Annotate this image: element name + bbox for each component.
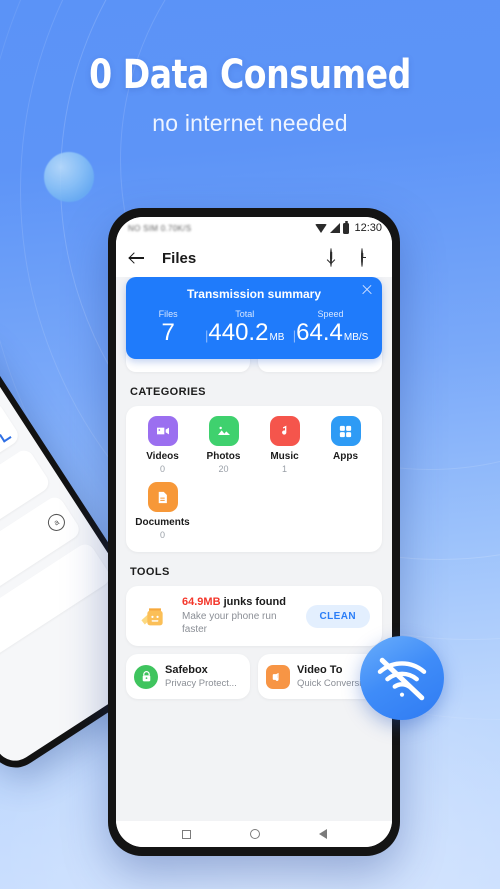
status-icons: 12:30 — [315, 220, 382, 234]
stat-value: 64.4 — [296, 319, 343, 346]
junk-bin-icon — [138, 601, 172, 631]
junk-size: 64.9MB — [182, 596, 221, 608]
decorative-bubble — [44, 152, 94, 202]
safebox-tool-card[interactable]: Safebox Privacy Protect... — [126, 654, 250, 699]
apps-grid-icon — [330, 416, 361, 446]
summary-title: Transmission summary — [186, 287, 322, 301]
categories-panel: Videos 0 Photos 20 Music 1 Apps Document… — [126, 406, 382, 552]
back-arrow-icon[interactable] — [128, 249, 146, 267]
stat-value: 7 — [161, 319, 175, 346]
category-count: 0 — [159, 464, 165, 474]
junk-headline: junks found — [220, 596, 286, 608]
category-documents[interactable]: Documents 0 — [132, 482, 193, 540]
stat-unit: MB/S — [343, 332, 369, 343]
stat-label: Speed — [317, 309, 344, 319]
home-circle-icon[interactable] — [249, 829, 260, 839]
info-icon: a — [44, 510, 68, 534]
summary-stats: Files 7 Total |440.2MB Speed |64.4MB/S — [138, 309, 370, 345]
stat-label: Files — [158, 309, 178, 319]
promo-headline: 0 Data Consumed — [89, 52, 411, 98]
promo-subhead: no internet needed — [152, 110, 348, 136]
clean-button[interactable]: CLEAN — [305, 604, 370, 628]
stat-unit: MB — [269, 332, 285, 343]
category-count: 20 — [218, 464, 229, 474]
status-time: 12:30 — [354, 222, 382, 234]
status-bar: NO SIM 0.70K/S 12:30 — [116, 217, 392, 239]
category-photos[interactable]: Photos 20 — [193, 416, 254, 474]
download-circle-icon[interactable] — [330, 247, 349, 268]
category-music[interactable]: Music 1 — [254, 416, 315, 474]
category-count: 1 — [281, 464, 287, 474]
wifi-icon — [315, 223, 328, 233]
category-videos[interactable]: Videos 0 — [132, 416, 193, 474]
tools-section-title: TOOLS — [130, 566, 170, 578]
close-icon[interactable] — [361, 284, 373, 296]
promo-text-block: 0 Data Consumed no internet needed — [0, 52, 500, 137]
categories-grid: Videos 0 Photos 20 Music 1 Apps Document… — [132, 416, 376, 540]
cleaner-tool-card[interactable]: 64.9MB junks found Make your phone run f… — [126, 586, 382, 646]
summary-stat-total: Total |440.2MB — [198, 309, 291, 345]
page-title: Files — [162, 249, 197, 267]
back-triangle-icon[interactable] — [318, 829, 327, 839]
summary-stat-speed: Speed |64.4MB/S — [291, 309, 370, 345]
promo-screenshot: 0 Data Consumed no internet needed Insta… — [0, 0, 500, 889]
signal-icon — [330, 223, 341, 233]
categories-section-title: CATEGORIES — [130, 386, 206, 398]
tool-card-sub: Privacy Protect... — [165, 678, 237, 689]
transmission-summary-card: Transmission summary Files 7 Total |440.… — [126, 277, 382, 359]
category-label: Documents — [135, 517, 190, 528]
stat-value: 440.2 — [208, 319, 269, 346]
recents-square-icon[interactable] — [181, 829, 191, 839]
wifi-off-icon — [360, 636, 444, 720]
document-icon — [147, 482, 178, 512]
video-camera-icon — [147, 416, 178, 446]
category-apps[interactable]: Apps — [315, 416, 376, 474]
foreground-phone: NO SIM 0.70K/S 12:30 Files Transmission … — [108, 208, 400, 856]
phone-screen: NO SIM 0.70K/S 12:30 Files Transmission … — [116, 217, 392, 847]
tool-card-name: Safebox — [165, 664, 208, 676]
image-icon — [208, 416, 239, 446]
cleaner-tool-text: 64.9MB junks found Make your phone run f… — [182, 596, 306, 636]
cleaner-subtext: Make your phone run faster — [182, 611, 277, 635]
category-label: Apps — [333, 451, 358, 462]
category-label: Videos — [146, 451, 179, 462]
category-count: 0 — [159, 530, 165, 540]
category-label: Music — [270, 451, 299, 462]
video-convert-icon — [266, 664, 290, 689]
select-corner-icon — [0, 430, 12, 443]
category-label: Photos — [206, 451, 241, 462]
music-note-icon — [269, 416, 300, 446]
lock-icon — [134, 664, 158, 689]
carrier-text: NO SIM 0.70K/S — [128, 223, 192, 233]
stat-label: Total — [235, 309, 255, 319]
battery-icon — [343, 220, 350, 234]
summary-stat-files: Files 7 — [138, 309, 198, 345]
tool-cards-row: Safebox Privacy Protect... Video To Quic… — [126, 654, 382, 699]
history-clock-icon[interactable] — [361, 247, 380, 268]
content-scroll-area[interactable]: Screenshots Photos SHAREit Apps Transmis… — [116, 277, 392, 821]
android-nav-bar — [116, 821, 392, 847]
app-bar: Files — [116, 239, 392, 277]
